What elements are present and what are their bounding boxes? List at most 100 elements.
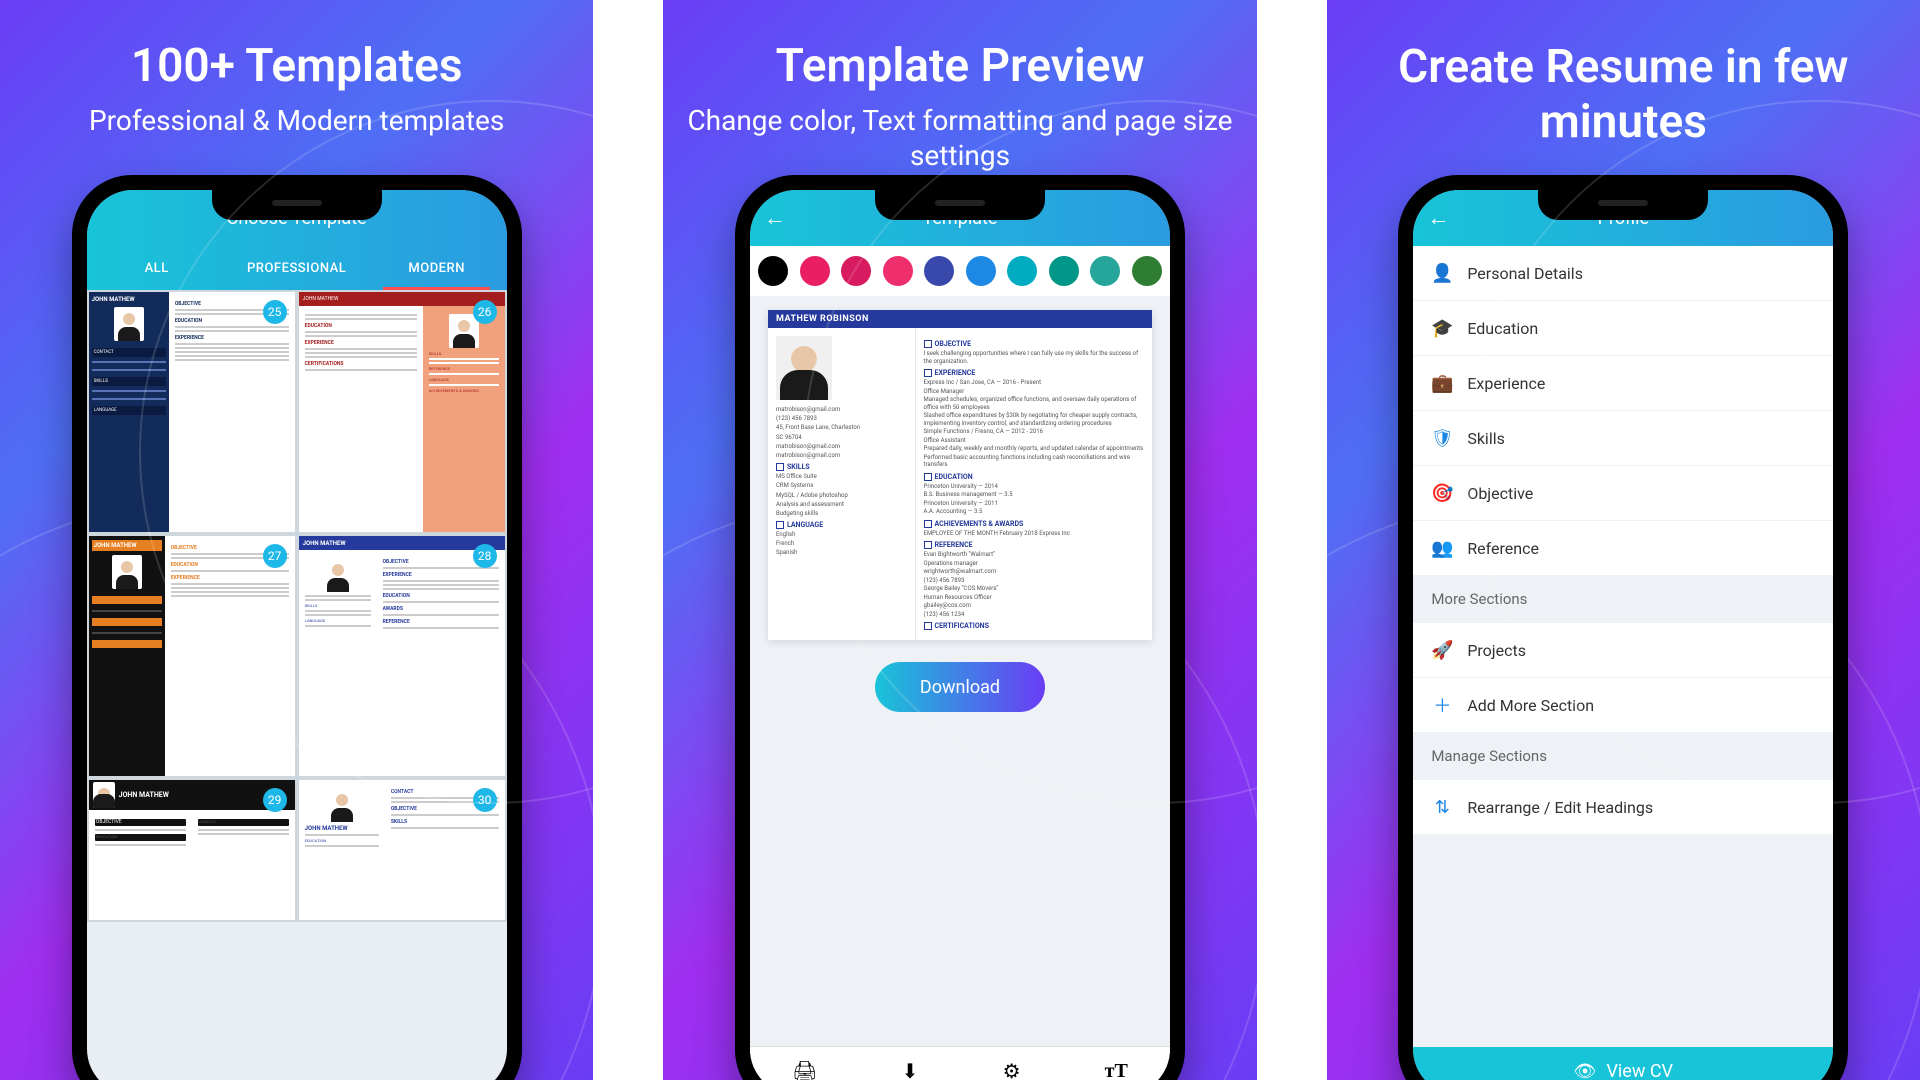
doc-text: Budgeting skills — [776, 510, 907, 517]
download-button[interactable]: Download — [875, 662, 1045, 712]
print-icon[interactable]: 🖨 — [792, 1059, 817, 1080]
profile-item[interactable]: 💼 Experience — [1413, 356, 1833, 411]
rearrange-icon: ⇅ — [1431, 796, 1453, 818]
doc-text: Human Resources Officer — [924, 594, 1144, 602]
mini-name: JOHN MATHEW — [303, 540, 346, 547]
color-swatch[interactable] — [758, 256, 788, 286]
tab-professional[interactable]: PROFESSIONAL — [227, 246, 367, 290]
doc-text: English — [776, 531, 907, 538]
doc-text: French — [776, 540, 907, 547]
appbar-title: Choose Template — [227, 208, 367, 229]
reference-icon: 👥 — [1431, 537, 1453, 559]
template-badge: 25 — [263, 300, 287, 324]
template-badge: 28 — [473, 544, 497, 568]
doc-name: MATHEW ROBINSON — [768, 310, 1152, 328]
doc-text: Princeton University — 2014 — [924, 483, 1144, 491]
tab-all[interactable]: ALL — [87, 246, 227, 290]
doc-text: Managed schedules, organized office func… — [924, 396, 1144, 411]
objective-icon: 🎯 — [1431, 482, 1453, 504]
avatar-icon — [114, 307, 144, 341]
panel1-subtitle: Professional & Modern templates — [0, 103, 593, 138]
text-format-icon[interactable]: тT — [1105, 1060, 1128, 1080]
doc-text: MySQL / Adobe photoshop — [776, 492, 907, 499]
doc-text: MS Office Suite — [776, 473, 907, 480]
doc-text: Office Manager — [924, 388, 1144, 396]
appbar-template: ← Template — [750, 190, 1170, 246]
profile-item[interactable]: ⇅ Rearrange / Edit Headings — [1413, 780, 1833, 835]
appbar-title: Profile — [1598, 208, 1649, 229]
back-icon[interactable]: ← — [1427, 205, 1449, 231]
profile-item[interactable]: 🎓Education — [1413, 301, 1833, 356]
doc-text: EMPLOYEE OF THE MONTH February 2018 Expr… — [924, 530, 1144, 538]
phone-frame-2: ← Template MATHEW ROBINSON matrobison@gm… — [735, 175, 1185, 1080]
color-swatch[interactable] — [924, 256, 954, 286]
profile-item[interactable]: 🚀Projects — [1413, 623, 1833, 678]
color-swatch[interactable] — [1049, 256, 1079, 286]
doc-text: (123) 456 7893 — [924, 577, 1144, 585]
doc-text: (123) 456 7893 — [776, 415, 907, 422]
doc-text: I seek challenging opportunities where I… — [924, 350, 1144, 365]
color-swatch[interactable] — [800, 256, 830, 286]
template-card[interactable]: 30 JOHN MATHEWEDUCATION CONTACTOBJECTIVE… — [299, 780, 505, 920]
profile-item[interactable]: 🛡Skills — [1413, 411, 1833, 466]
doc-section-title: CERTIFICATIONS — [924, 622, 1144, 630]
template-card[interactable]: 29 JOHN MATHEW OBJECTIVE EDUCATION CONTA… — [89, 780, 295, 920]
mini-name: JOHN MATHEW — [92, 540, 162, 551]
settings-icon[interactable]: ⚙ — [1003, 1059, 1021, 1080]
color-swatch[interactable] — [883, 256, 913, 286]
color-swatch[interactable] — [966, 256, 996, 286]
appbar-profile: ← Profile — [1413, 190, 1833, 246]
mini-name: JOHN MATHEW — [305, 825, 379, 832]
profile-item-label: Education — [1467, 319, 1538, 338]
doc-text: Analysis and assessment — [776, 501, 907, 508]
doc-text: Prepared daily, weekly and monthly repor… — [924, 445, 1144, 453]
profile-item[interactable]: 👤Personal Details — [1413, 246, 1833, 301]
doc-text: Performed basic accounting functions inc… — [924, 454, 1144, 469]
panel1-title: 100+ Templates — [0, 40, 593, 93]
doc-text: Spanish — [776, 549, 907, 556]
download-icon[interactable]: ⬇ — [902, 1059, 919, 1080]
profile-item[interactable]: 🎯Objective — [1413, 466, 1833, 521]
profile-item-label: Projects — [1467, 641, 1526, 660]
profile-item-label: Skills — [1467, 429, 1505, 448]
avatar-icon — [323, 558, 353, 592]
template-card[interactable]: 28 JOHN MATHEW SKILLSLANGUAGE OBJECTIVEE… — [299, 536, 505, 776]
doc-text: 45, Front Base Lane, Charleston — [776, 424, 907, 431]
person-icon: 👤 — [1431, 262, 1453, 284]
avatar-icon — [327, 788, 357, 822]
experience-icon: 💼 — [1431, 372, 1453, 394]
doc-text: Office Assistant — [924, 437, 1144, 445]
doc-text: SC 96704 — [776, 434, 907, 441]
language-heading: LANGUAGE — [776, 521, 907, 529]
panel3-title: Create Resume in few minutes — [1327, 40, 1920, 150]
resume-preview: MATHEW ROBINSON matrobison@gmail.com (123… — [768, 310, 1152, 640]
skills-heading: SKILLS — [776, 463, 907, 471]
phone-frame-1: Choose Template ALL PROFESSIONAL MODERN … — [72, 175, 522, 1080]
tab-modern[interactable]: MODERN — [367, 246, 507, 290]
color-swatch[interactable] — [1007, 256, 1037, 286]
color-swatch[interactable] — [1132, 256, 1162, 286]
view-cv-button[interactable]: 👁 View CV — [1413, 1047, 1833, 1080]
profile-item-label: Rearrange / Edit Headings — [1467, 798, 1653, 817]
doc-section-title: EDUCATION — [924, 473, 1144, 481]
template-card[interactable]: 27 JOHN MATHEW OBJECTIVEEDUCATIONEXPERIE… — [89, 536, 295, 776]
template-card[interactable]: 25 JOHN MATHEWCONTACTSKILLSLANGUAGE OBJE… — [89, 292, 295, 532]
profile-item-label: Reference — [1467, 539, 1539, 558]
doc-section-title: ACHIEVEMENTS & AWARDS — [924, 520, 1144, 528]
doc-text: (123) 456 1234 — [924, 611, 1144, 619]
appbar-choose-template: Choose Template — [87, 190, 507, 246]
profile-item[interactable]: ＋Add More Section — [1413, 678, 1833, 733]
color-swatch[interactable] — [841, 256, 871, 286]
profile-item[interactable]: 👥 Reference — [1413, 521, 1833, 576]
doc-text: Princeton University — 2011 — [924, 500, 1144, 508]
section-header: Manage Sections — [1413, 733, 1833, 780]
section-header: More Sections — [1413, 576, 1833, 623]
profile-item-label: Experience — [1467, 374, 1545, 393]
template-card[interactable]: 26 JOHN MATHEW EDUCATIONEXPERIENCECERTIF… — [299, 292, 505, 532]
color-swatches — [750, 246, 1170, 296]
template-badge: 27 — [263, 544, 287, 568]
back-icon[interactable]: ← — [764, 205, 786, 231]
avatar-icon — [449, 314, 479, 348]
doc-text: matrobison@gmail.com — [776, 452, 907, 459]
color-swatch[interactable] — [1090, 256, 1120, 286]
